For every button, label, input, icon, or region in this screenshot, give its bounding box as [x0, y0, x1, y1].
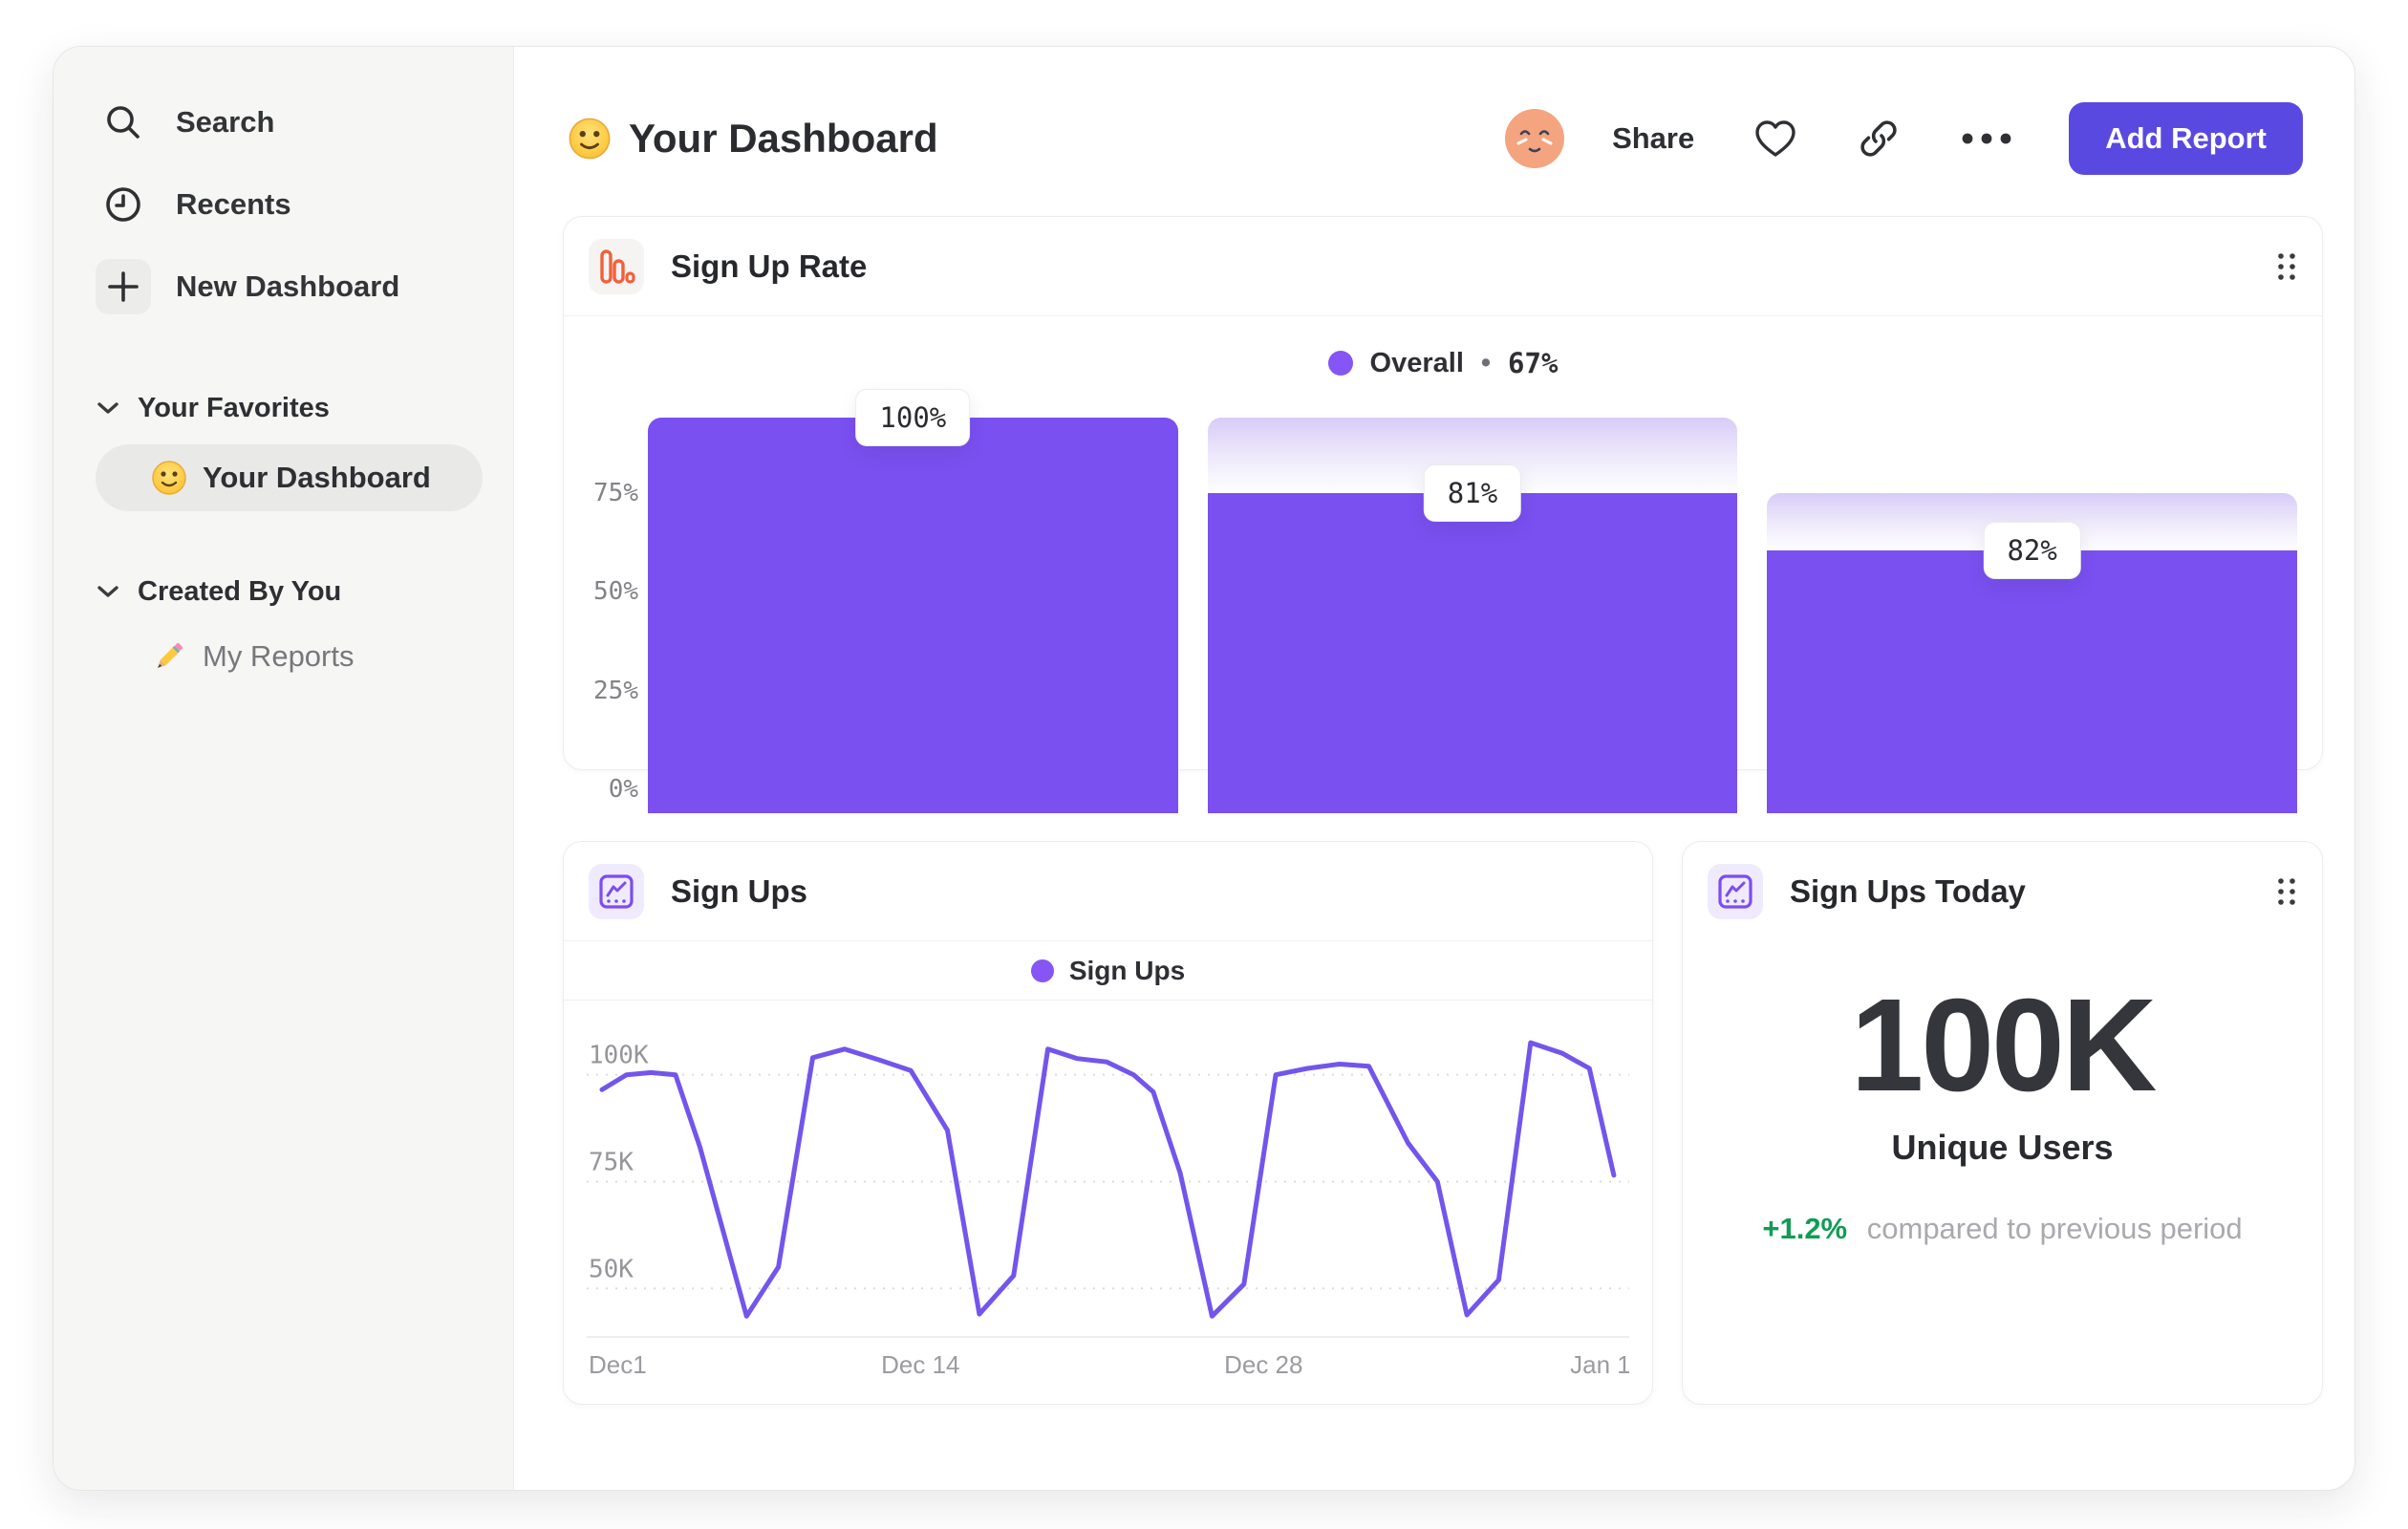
line-x-tick: Dec 28 [1224, 1350, 1302, 1379]
card-title: Sign Ups Today [1790, 873, 2026, 909]
plus-icon [96, 259, 151, 314]
legend-dot [1030, 958, 1054, 982]
copy-link-icon[interactable] [1857, 117, 1901, 161]
funnel-step[interactable]: 82% [1767, 418, 2297, 813]
header-controls: Share Add Report [1505, 102, 2303, 175]
chevron-down-icon [96, 399, 120, 417]
sidebar-item-your-dashboard[interactable]: Your Dashboard [96, 444, 483, 511]
sidebar-item-label: New Dashboard [176, 269, 400, 303]
funnel-chart-icon [589, 238, 644, 294]
funnel-bar-fill [1767, 550, 2297, 813]
metric-delta: +1.2% compared to previous period [1762, 1212, 2242, 1246]
funnel-step[interactable]: 81% [1207, 418, 1738, 813]
sidebar-section-created-by-you[interactable]: Created By You [96, 571, 494, 613]
metric-body: 100K Unique Users +1.2% compared to prev… [1683, 941, 2322, 1246]
more-options-icon[interactable] [1960, 131, 2013, 146]
line-y-tick: 50K [589, 1255, 634, 1283]
sidebar-section-your-favorites[interactable]: Your Favorites [96, 387, 494, 429]
main-area: Your Dashboard Share Add Report Sign Up … [514, 47, 2354, 1490]
funnel-y-tick: 75% [593, 478, 638, 507]
add-report-button[interactable]: Add Report [2069, 102, 2303, 175]
funnel-y-tick: 25% [593, 676, 638, 705]
line-chart-box: 100K 75K 50K Dec1 Dec 14 Dec 28 Jan 11 [564, 1001, 1652, 1388]
funnel-tooltip: 81% [1423, 463, 1522, 522]
clock-icon [96, 177, 151, 232]
funnel-bar-fill [1207, 492, 1738, 813]
search-icon [96, 95, 151, 150]
line-legend: Sign Ups [564, 941, 1652, 1001]
line-chart-icon [1708, 864, 1763, 919]
line-chart-icon [589, 863, 644, 919]
sidebar-item-new-dashboard[interactable]: New Dashboard [96, 246, 494, 328]
section-title: Your Favorites [138, 392, 330, 423]
smiley-emoji-icon [151, 460, 187, 496]
funnel-y-tick: 50% [593, 577, 638, 606]
sidebar-item-my-reports[interactable]: My Reports [151, 626, 494, 687]
delta-note: compared to previous period [1866, 1212, 2243, 1245]
metric-value: 100K [1850, 972, 2158, 1119]
legend-name: Overall [1369, 347, 1464, 378]
signups-line-chart[interactable]: 100K 75K 50K Dec1 Dec 14 Dec 28 Jan 11 [587, 1016, 1643, 1383]
signups-line-series[interactable] [599, 1040, 1617, 1319]
card-header: Sign Up Rate [564, 217, 2322, 316]
line-y-tick: 75K [589, 1148, 634, 1176]
smiley-emoji-icon [568, 117, 612, 161]
page-header: Your Dashboard Share Add Report [514, 47, 2354, 175]
funnel-y-axis: 75% 50% 25% 0% [589, 418, 648, 813]
card-header: Sign Ups [564, 842, 1652, 941]
legend-separator: • [1480, 347, 1492, 378]
funnel-bars: 100% 81% 82% [648, 389, 2297, 813]
card-header: Sign Ups Today [1683, 842, 2322, 941]
funnel-tooltip: 100% [855, 389, 971, 446]
metric-label: Unique Users [1891, 1128, 2114, 1167]
dashboard-content: Sign Up Rate Overall • 67% 75% 50% 25% 0% 1… [514, 175, 2354, 1405]
funnel-plot: 75% 50% 25% 0% 100% 81% 82% [589, 389, 2297, 813]
drag-handle-icon[interactable] [2276, 250, 2297, 283]
section-title: Created By You [138, 575, 342, 607]
funnel-bar-fill [648, 418, 1178, 813]
sidebar-item-label: Your Dashboard [203, 461, 431, 494]
delta-value: +1.2% [1762, 1212, 1848, 1245]
funnel-legend: Overall • 67% [564, 347, 2322, 379]
card-title: Sign Up Rate [671, 248, 868, 284]
funnel-tooltip: 82% [1983, 522, 2081, 580]
app-window: Search Recents New Dashboard Your Favori… [53, 46, 2355, 1491]
sidebar-item-recents[interactable]: Recents [96, 163, 494, 246]
line-x-tick: Dec1 [589, 1350, 647, 1379]
card-sign-ups-today: Sign Ups Today 100K Unique Users +1.2% c… [1682, 841, 2323, 1405]
chevron-down-icon [96, 583, 120, 600]
sidebar-item-label: Recents [176, 187, 291, 221]
line-x-tick: Dec 14 [881, 1350, 959, 1379]
funnel-bar[interactable] [648, 418, 1178, 813]
card-sign-up-rate: Sign Up Rate Overall • 67% 75% 50% 25% 0% 1… [563, 216, 2323, 868]
share-button[interactable]: Share [1612, 121, 1694, 156]
card-title: Sign Ups [671, 872, 808, 909]
funnel-y-tick: 0% [608, 775, 638, 804]
drag-handle-icon[interactable] [2276, 875, 2297, 908]
page-title: Your Dashboard [629, 116, 938, 161]
sidebar-item-label: My Reports [203, 639, 355, 673]
sidebar-item-label: Search [176, 105, 275, 139]
card-sign-ups: Sign Ups Sign Ups 100K 75K 50K Dec1 Dec 14 De… [563, 841, 1653, 1405]
favorite-heart-icon[interactable] [1753, 118, 1797, 159]
user-avatar[interactable] [1505, 109, 1565, 168]
pencil-emoji-icon [151, 638, 187, 675]
sidebar: Search Recents New Dashboard Your Favori… [54, 47, 514, 1490]
legend-name: Sign Ups [1068, 955, 1186, 985]
sidebar-item-search[interactable]: Search [96, 81, 494, 163]
legend-dot [1327, 351, 1353, 376]
legend-value: 67% [1508, 347, 1559, 379]
line-x-tick: Jan 11 [1570, 1350, 1629, 1379]
funnel-step[interactable]: 100% [648, 389, 1178, 813]
line-y-tick: 100K [589, 1042, 649, 1070]
